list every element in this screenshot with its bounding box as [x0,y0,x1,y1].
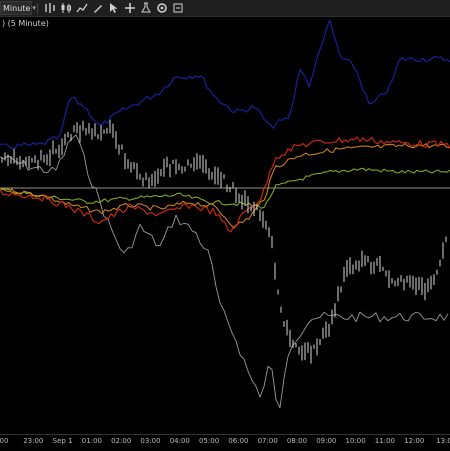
time-axis: 00 23:00 Sep 1 01:00 02:00 03:00 04:00 05:00 06:… [0,434,450,451]
time-tick-label: 23:00 [23,437,44,445]
time-tick-label: 01:00 [81,437,102,445]
pencil-draw-icon[interactable] [91,1,105,15]
time-tick-label: 08:00 [286,437,308,445]
chart-toolbar: Minute ▾ [0,0,450,17]
interval-label: Minute [3,3,31,13]
interval-selector[interactable]: Minute ▾ [0,1,36,15]
time-tick-label: 06:00 [228,437,249,445]
chart-title: ) (5 Minute) [2,19,49,28]
time-tick-label: 03:00 [140,437,161,445]
time-tick-label: 09:00 [316,437,337,445]
toolbar-divider [37,2,38,14]
line-style-icon[interactable] [75,1,89,15]
time-tick-label: 02:00 [111,437,132,445]
candle-style-icon[interactable] [59,1,73,15]
time-tick-label: Sep 1 [52,437,73,445]
time-tick-label: 10:00 [345,437,366,445]
bar-style-icon[interactable] [43,1,57,15]
price-chart-panel[interactable]: ) (5 Minute) 00 23:00 Sep 1 01:00 02:00 03:00… [0,17,450,451]
time-tick-label: 13:0 [436,437,450,445]
time-tick-label: 11:00 [374,437,395,445]
orange-indicator-line [0,143,450,229]
settings-icon[interactable] [155,1,169,15]
more-icon[interactable] [171,1,185,15]
cursor-pointer-icon[interactable] [107,1,121,15]
time-tick-label: 07:00 [257,437,278,445]
time-tick-label: 00 [0,437,9,445]
strategy-icon[interactable] [139,1,153,15]
time-tick-label: 12:00 [404,437,425,445]
price-chart-canvas[interactable] [0,17,450,434]
blue-indicator-line [0,19,450,149]
time-tick-label: 04:00 [169,437,190,445]
chevron-down-icon: ▾ [32,4,36,12]
add-indicator-icon[interactable] [123,1,137,15]
time-tick-label: 05:00 [199,437,220,445]
